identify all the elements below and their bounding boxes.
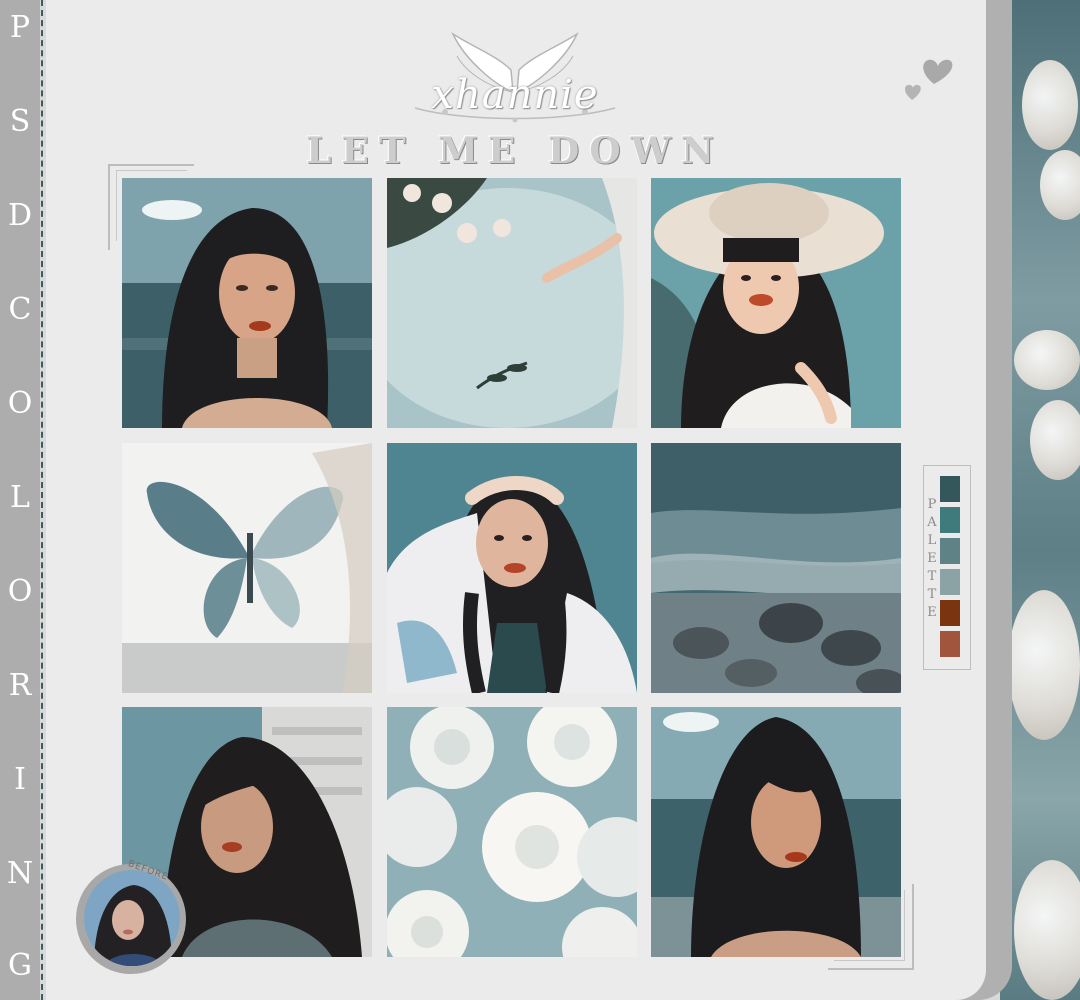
color-palette: P A L E T T E: [923, 465, 971, 670]
side-letter: R: [8, 668, 32, 703]
brand-logo: xhannie: [405, 30, 625, 125]
floral-strip: [1000, 0, 1080, 1000]
palette-letter: E: [927, 605, 937, 620]
palette-swatch[interactable]: [940, 600, 960, 626]
photo-woman-by-sea-1[interactable]: [122, 178, 372, 428]
photo-woman-in-straw-hat[interactable]: [651, 178, 901, 428]
photo-white-roses[interactable]: [387, 707, 637, 957]
palette-label: P A L E T T E: [924, 496, 940, 622]
hearts-icon: [905, 59, 953, 100]
side-letter: S: [9, 104, 31, 139]
side-letter: G: [8, 948, 32, 983]
side-letter: I: [14, 762, 26, 797]
photo-flowers-in-water[interactable]: [387, 178, 637, 428]
rose-petal: [1014, 330, 1080, 390]
rose-petal: [1008, 590, 1080, 740]
palette-letter: L: [927, 533, 937, 548]
palette-letter: P: [927, 497, 937, 512]
palette-swatch[interactable]: [940, 538, 960, 564]
rose-petal: [1040, 150, 1080, 220]
palette-letter: T: [927, 569, 937, 584]
palette-letter: T: [927, 587, 937, 602]
palette-swatch[interactable]: [940, 631, 960, 657]
side-letter: O: [7, 574, 33, 609]
palette-letter: A: [927, 515, 937, 530]
photo-ocean-shore-rocks[interactable]: [651, 443, 901, 693]
side-letter: P: [9, 10, 31, 45]
palette-swatch[interactable]: [940, 476, 960, 502]
photo-woman-shading-eyes[interactable]: [387, 443, 637, 693]
dashed-divider: [41, 0, 43, 1000]
page-title: LET ME DOWN: [306, 130, 724, 172]
rose-petal: [1014, 860, 1080, 1000]
photo-butterfly-painting[interactable]: [122, 443, 372, 693]
palette-swatch[interactable]: [940, 507, 960, 533]
side-letter: D: [7, 198, 33, 233]
before-photo[interactable]: [84, 870, 180, 966]
side-letter: L: [10, 480, 30, 515]
side-letter: O: [7, 386, 33, 421]
palette-letter: E: [927, 551, 937, 566]
rose-petal: [1022, 60, 1078, 150]
logo-text: xhannie: [431, 72, 599, 118]
rose-petal: [1030, 400, 1080, 480]
side-letter: N: [6, 856, 34, 891]
palette-swatch[interactable]: [940, 569, 960, 595]
side-letter: C: [8, 292, 32, 327]
photo-woman-by-sea-2[interactable]: [651, 707, 901, 957]
